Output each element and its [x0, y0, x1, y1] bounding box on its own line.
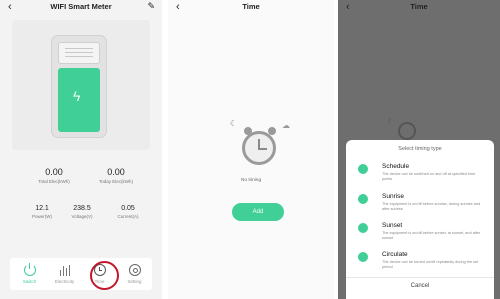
smart-meter-illustration: ϟ — [51, 35, 107, 138]
clock-icon — [358, 164, 368, 174]
page-title: WIFI Smart Meter — [50, 2, 112, 11]
alarm-clock-icon — [398, 122, 416, 140]
tab-switch[interactable]: Switch — [12, 258, 47, 290]
tab-setting-label: Setting — [127, 279, 142, 284]
option-name: Sunset — [382, 222, 403, 229]
select-timing-type-screen: ‹ Time ☾ Select timing type Schedule The… — [338, 0, 500, 299]
moon-icon: ☾ — [388, 119, 394, 125]
current-stat: 0.05 Current(A) — [108, 205, 148, 219]
edit-pencil-icon[interactable]: ✎ — [147, 1, 155, 12]
option-name: Schedule — [382, 163, 410, 170]
total-elec-value: 0.00 — [45, 167, 63, 177]
alarm-clock-icon — [242, 131, 276, 165]
timing-type-sheet: Select timing type Schedule The device c… — [346, 140, 494, 299]
option-schedule[interactable]: Schedule The device can be switched on a… — [354, 160, 488, 190]
nav-bar: ‹ Time — [338, 0, 500, 14]
sheet-title: Select timing type — [398, 146, 442, 152]
today-elec-label: Today Elec(kWh) — [98, 179, 133, 184]
divider — [346, 277, 494, 278]
voltage-label: Voltage(V) — [71, 214, 93, 219]
nav-bar: ‹ Time — [168, 0, 334, 14]
page-title: Time — [410, 2, 428, 11]
option-description: The device can be switched on and off at… — [382, 172, 476, 181]
dimmed-illustration: ☾ — [388, 118, 428, 140]
today-elec-value: 0.00 — [107, 167, 125, 177]
tab-setting[interactable]: Setting — [117, 258, 152, 290]
bar-chart-icon — [59, 264, 71, 276]
nav-bar: ‹ WIFI Smart Meter ✎ — [0, 0, 162, 14]
meter-display — [58, 42, 100, 64]
option-description: The device can be turned on/off repeated… — [382, 260, 479, 269]
tab-electricity[interactable]: Electricity — [47, 258, 82, 290]
bottom-tab-bar: Switch Electricity Time Setting — [10, 258, 152, 290]
option-sunset[interactable]: Sunset The equipment is on/off before su… — [354, 219, 488, 249]
lightning-bolt-icon: ϟ — [73, 88, 81, 104]
meter-body: ϟ — [58, 68, 100, 132]
add-button[interactable]: Add — [232, 203, 284, 221]
current-label: Current(A) — [117, 214, 139, 219]
current-value: 0.05 — [121, 205, 135, 212]
option-name: Sunrise — [382, 193, 405, 200]
power-value: 12.1 — [35, 205, 49, 212]
sunset-icon — [358, 223, 368, 233]
timing-empty-screen: ‹ Time ☾ ☁ No timing Add — [168, 0, 334, 299]
empty-state-text: No timing — [240, 178, 262, 183]
sunrise-icon — [358, 194, 368, 204]
total-elec-stat: 0.00 Total Elec(kWh) — [28, 167, 80, 184]
time-tab-highlight-circle — [90, 261, 119, 290]
cancel-button[interactable]: Cancel — [346, 283, 494, 289]
power-stat: 12.1 Power(W) — [22, 205, 62, 219]
no-timing-illustration: ☾ ☁ — [230, 119, 290, 171]
option-sunrise[interactable]: Sunrise The equipment is on/off before s… — [354, 190, 488, 220]
tab-switch-label: Switch — [22, 279, 37, 284]
tab-electricity-label: Electricity — [54, 279, 75, 284]
option-description: The equipment is on/off before sunrise, … — [382, 202, 481, 211]
gear-icon — [128, 264, 141, 276]
voltage-stat: 238.5 Voltage(V) — [62, 205, 102, 219]
today-elec-stat: 0.00 Today Elec(kWh) — [88, 167, 144, 184]
power-label: Power(W) — [32, 214, 52, 219]
power-icon — [23, 263, 36, 276]
option-name: Circulate — [382, 251, 408, 258]
option-circulate[interactable]: Circulate The device can be turned on/of… — [354, 248, 488, 278]
meter-home-screen: ‹ WIFI Smart Meter ✎ ϟ 0.00 Total Elec(k… — [0, 0, 162, 299]
cloud-icon: ☁ — [282, 121, 290, 130]
moon-icon: ☾ — [230, 119, 238, 128]
total-elec-label: Total Elec(kWh) — [38, 179, 70, 184]
voltage-value: 238.5 — [73, 205, 91, 212]
repeat-icon — [358, 252, 368, 262]
page-title: Time — [242, 2, 260, 11]
option-description: The equipment is on/off before sunset, a… — [382, 231, 481, 240]
